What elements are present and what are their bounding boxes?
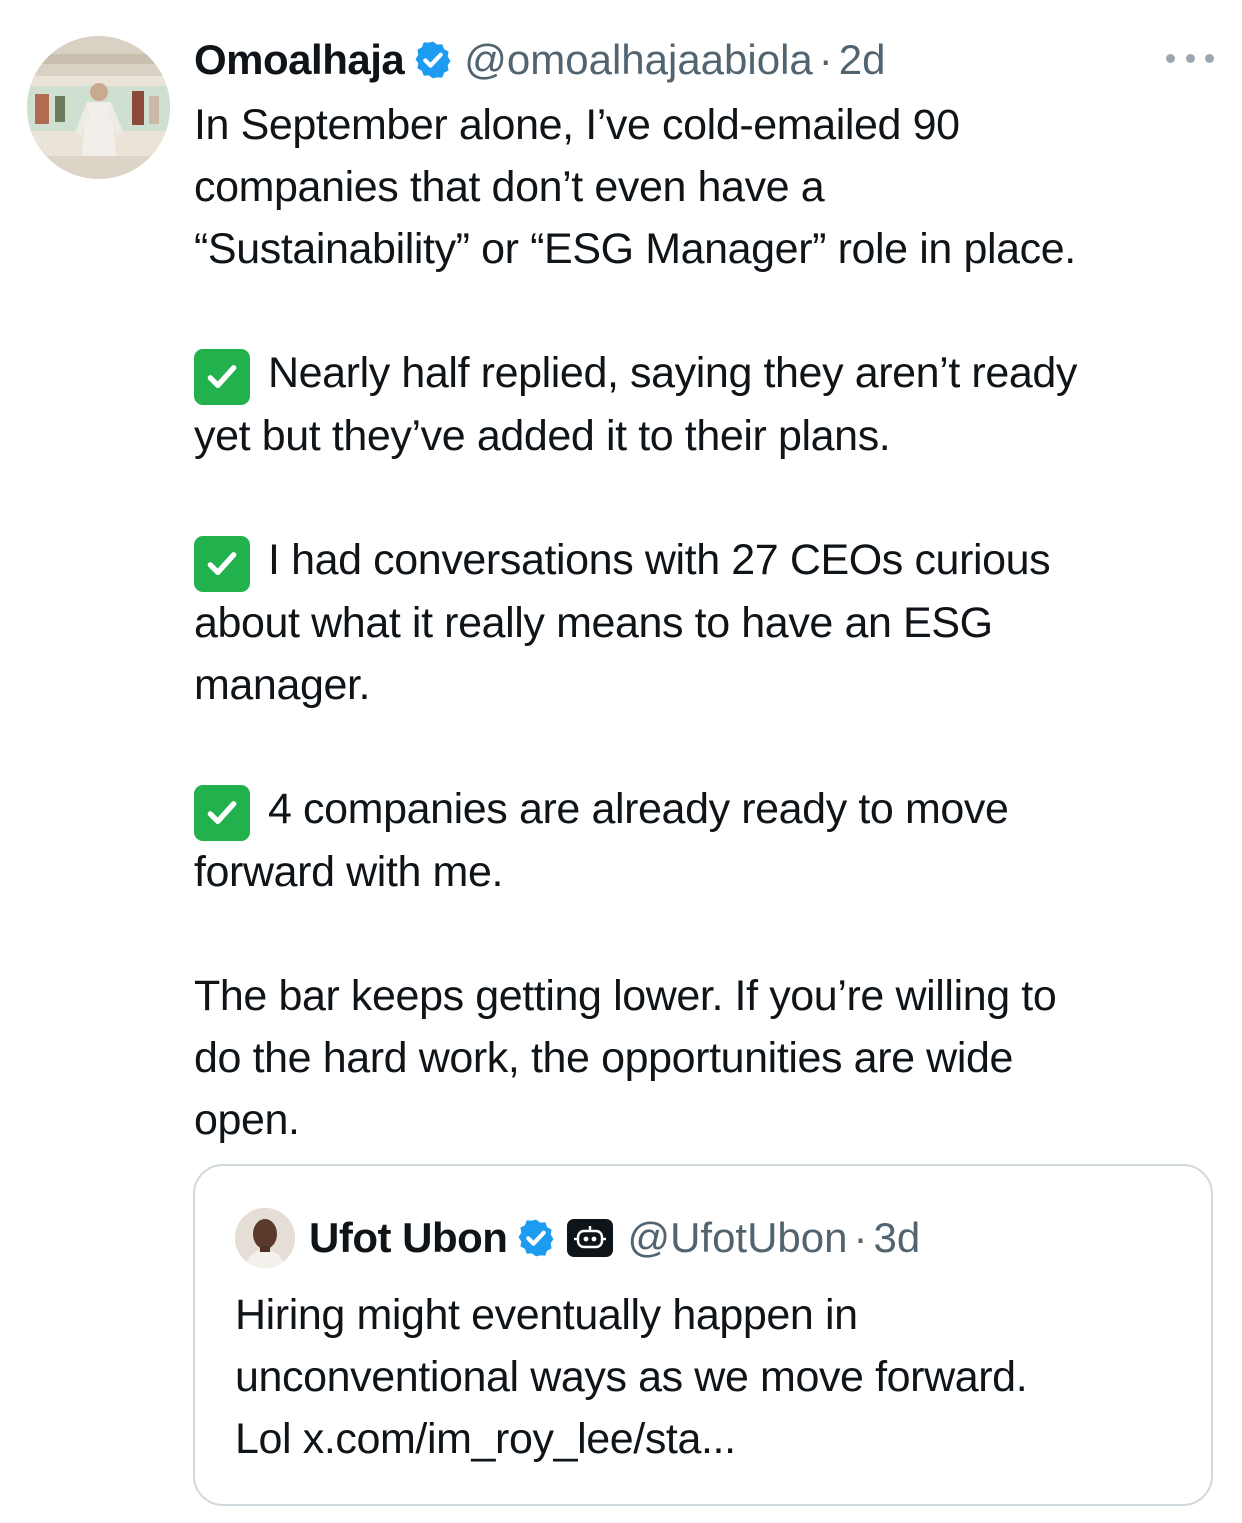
tweet-line-text: 4 companies are already ready to move <box>268 785 1009 833</box>
tweet-text: In September alone, I’ve cold-emailed 90… <box>194 94 1224 1151</box>
tweet-timestamp[interactable]: 2d <box>839 36 886 84</box>
author-handle[interactable]: @omoalhajaabiola <box>464 36 813 84</box>
author-avatar-image <box>27 36 170 179</box>
more-dot <box>1166 53 1175 63</box>
quoted-tweet-text: Hiring might eventually happen in unconv… <box>235 1284 1195 1470</box>
robot-badge-icon[interactable] <box>567 1219 614 1257</box>
quoted-tweet-link-line[interactable]: Lol x.com/im_roy_lee/sta... <box>235 1408 1195 1470</box>
verified-badge-icon[interactable] <box>412 39 454 81</box>
verified-badge-icon[interactable] <box>515 1217 557 1259</box>
tweet-header: Omoalhaja @omoalhajaabiola · 2d <box>194 30 886 90</box>
check-mark-button-icon <box>194 349 250 405</box>
quoted-tweet-header: Ufot Ubon @UfotUbon · 3d <box>235 1208 920 1268</box>
tweet-line-text: Nearly half replied, saying they aren’t … <box>268 349 1077 397</box>
tweet-paragraph: Nearly half replied, saying they aren’t … <box>194 342 1224 467</box>
tweet-line: yet but they’ve added it to their plans. <box>194 412 891 460</box>
tweet-line: about what it really means to have an ES… <box>194 599 993 647</box>
tweet-paragraph: In September alone, I’ve cold-emailed 90… <box>194 94 1224 280</box>
quoted-author-avatar-image <box>235 1208 295 1268</box>
more-dot <box>1185 53 1195 63</box>
quoted-author-handle[interactable]: @UfotUbon <box>627 1214 847 1262</box>
tweet-line-text: I had conversations with 27 CEOs curious <box>268 536 1051 584</box>
more-options-icon[interactable] <box>1166 44 1214 72</box>
meta-separator: · <box>853 1214 868 1261</box>
quoted-tweet-card[interactable]: Ufot Ubon @UfotUbon · 3d Hiring might ev… <box>193 1164 1213 1506</box>
tweet-line: manager. <box>194 661 371 709</box>
more-dot <box>1205 53 1214 63</box>
tweet-line: do the hard work, the opportunities are … <box>194 1034 1014 1082</box>
tweet-paragraph: The bar keeps getting lower. If you’re w… <box>194 965 1224 1151</box>
tweet-line-with-check: Nearly half replied, saying they aren’t … <box>194 342 1224 405</box>
tweet-line-with-check: 4 companies are already ready to move <box>194 778 1224 841</box>
quoted-tweet-line: unconventional ways as we move forward. <box>235 1353 1028 1401</box>
tweet-line: forward with me. <box>194 848 504 896</box>
quoted-tweet-line: Hiring might eventually happen in <box>235 1291 858 1339</box>
quoted-tweet-timestamp[interactable]: 3d <box>874 1214 921 1262</box>
quoted-author-avatar[interactable] <box>235 1208 295 1268</box>
check-mark-button-icon <box>194 536 250 592</box>
check-mark-button-icon <box>194 785 250 841</box>
quoted-author-name[interactable]: Ufot Ubon <box>309 1214 508 1262</box>
tweet-line: The bar keeps getting lower. If you’re w… <box>194 972 1057 1020</box>
tweet-line: In September alone, I’ve cold-emailed 90 <box>194 101 960 149</box>
tweet-paragraph: I had conversations with 27 CEOs curious… <box>194 529 1224 716</box>
tweet-line: companies that don’t even have a <box>194 163 825 211</box>
tweet-line-with-check: I had conversations with 27 CEOs curious <box>194 529 1224 592</box>
author-name[interactable]: Omoalhaja <box>194 36 405 84</box>
meta-separator: · <box>818 36 833 83</box>
tweet-line: “Sustainability” or “ESG Manager” role i… <box>194 225 1076 273</box>
author-avatar[interactable] <box>27 36 170 179</box>
tweet-line: open. <box>194 1096 300 1144</box>
tweet-paragraph: 4 companies are already ready to move fo… <box>194 778 1224 903</box>
